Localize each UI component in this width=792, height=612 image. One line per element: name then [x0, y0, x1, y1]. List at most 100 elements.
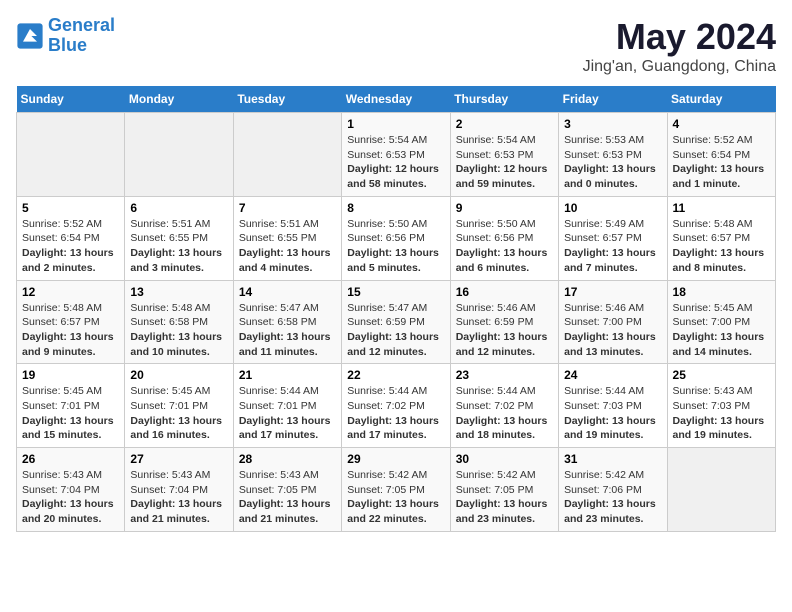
day-number: 9: [456, 201, 553, 215]
calendar-cell: 30 Sunrise: 5:42 AMSunset: 7:05 PMDayligh…: [450, 448, 558, 532]
calendar-cell: 9 Sunrise: 5:50 AMSunset: 6:56 PMDaylight…: [450, 196, 558, 280]
day-info: Sunrise: 5:49 AMSunset: 6:57 PMDaylight:…: [564, 217, 661, 276]
calendar-cell: 27 Sunrise: 5:43 AMSunset: 7:04 PMDayligh…: [125, 448, 233, 532]
day-info: Sunrise: 5:48 AMSunset: 6:58 PMDaylight:…: [130, 301, 227, 360]
day-number: 18: [673, 285, 770, 299]
day-info: Sunrise: 5:50 AMSunset: 6:56 PMDaylight:…: [456, 217, 553, 276]
dow-header-thursday: Thursday: [450, 86, 558, 113]
day-info: Sunrise: 5:54 AMSunset: 6:53 PMDaylight:…: [347, 133, 444, 192]
day-info: Sunrise: 5:51 AMSunset: 6:55 PMDaylight:…: [130, 217, 227, 276]
dow-header-friday: Friday: [559, 86, 667, 113]
day-info: Sunrise: 5:44 AMSunset: 7:02 PMDaylight:…: [347, 384, 444, 443]
day-number: 5: [22, 201, 119, 215]
calendar-cell: 10 Sunrise: 5:49 AMSunset: 6:57 PMDayligh…: [559, 196, 667, 280]
week-row-3: 12 Sunrise: 5:48 AMSunset: 6:57 PMDayligh…: [17, 280, 776, 364]
day-number: 23: [456, 368, 553, 382]
calendar-cell: [17, 113, 125, 197]
day-number: 28: [239, 452, 336, 466]
dow-header-sunday: Sunday: [17, 86, 125, 113]
day-info: Sunrise: 5:43 AMSunset: 7:05 PMDaylight:…: [239, 468, 336, 527]
day-number: 27: [130, 452, 227, 466]
day-number: 30: [456, 452, 553, 466]
day-number: 6: [130, 201, 227, 215]
week-row-1: 1 Sunrise: 5:54 AMSunset: 6:53 PMDaylight…: [17, 113, 776, 197]
day-info: Sunrise: 5:42 AMSunset: 7:05 PMDaylight:…: [456, 468, 553, 527]
calendar-cell: 28 Sunrise: 5:43 AMSunset: 7:05 PMDayligh…: [233, 448, 341, 532]
calendar-cell: 16Sunrise: 5:46 AMSunset: 6:59 PMDayligh…: [450, 280, 558, 364]
calendar-table: SundayMondayTuesdayWednesdayThursdayFrid…: [16, 86, 776, 532]
day-number: 17: [564, 285, 661, 299]
calendar-cell: 7Sunrise: 5:51 AMSunset: 6:55 PMDaylight…: [233, 196, 341, 280]
day-number: 15: [347, 285, 444, 299]
day-info: Sunrise: 5:47 AMSunset: 6:59 PMDaylight:…: [347, 301, 444, 360]
calendar-cell: [667, 448, 775, 532]
calendar-cell: 4 Sunrise: 5:52 AMSunset: 6:54 PMDaylight…: [667, 113, 775, 197]
day-info: Sunrise: 5:43 AMSunset: 7:04 PMDaylight:…: [22, 468, 119, 527]
day-info: Sunrise: 5:45 AMSunset: 7:01 PMDaylight:…: [22, 384, 119, 443]
calendar-cell: 17 Sunrise: 5:46 AMSunset: 7:00 PMDayligh…: [559, 280, 667, 364]
calendar-cell: 24 Sunrise: 5:44 AMSunset: 7:03 PMDayligh…: [559, 364, 667, 448]
day-info: Sunrise: 5:44 AMSunset: 7:03 PMDaylight:…: [564, 384, 661, 443]
week-row-4: 19Sunrise: 5:45 AMSunset: 7:01 PMDayligh…: [17, 364, 776, 448]
day-info: Sunrise: 5:44 AMSunset: 7:02 PMDaylight:…: [456, 384, 553, 443]
calendar-cell: 3 Sunrise: 5:53 AMSunset: 6:53 PMDaylight…: [559, 113, 667, 197]
calendar-cell: 1 Sunrise: 5:54 AMSunset: 6:53 PMDaylight…: [342, 113, 450, 197]
day-info: Sunrise: 5:46 AMSunset: 7:00 PMDaylight:…: [564, 301, 661, 360]
dow-header-saturday: Saturday: [667, 86, 775, 113]
day-info: Sunrise: 5:50 AMSunset: 6:56 PMDaylight:…: [347, 217, 444, 276]
calendar-cell: 21Sunrise: 5:44 AMSunset: 7:01 PMDayligh…: [233, 364, 341, 448]
day-info: Sunrise: 5:48 AMSunset: 6:57 PMDaylight:…: [673, 217, 770, 276]
calendar-cell: 12 Sunrise: 5:48 AMSunset: 6:57 PMDayligh…: [17, 280, 125, 364]
week-row-2: 5 Sunrise: 5:52 AMSunset: 6:54 PMDaylight…: [17, 196, 776, 280]
day-info: Sunrise: 5:54 AMSunset: 6:53 PMDaylight:…: [456, 133, 553, 192]
day-number: 8: [347, 201, 444, 215]
day-number: 25: [673, 368, 770, 382]
day-number: 3: [564, 117, 661, 131]
day-number: 12: [22, 285, 119, 299]
day-number: 21: [239, 368, 336, 382]
calendar-cell: 19Sunrise: 5:45 AMSunset: 7:01 PMDayligh…: [17, 364, 125, 448]
calendar-cell: 5 Sunrise: 5:52 AMSunset: 6:54 PMDaylight…: [17, 196, 125, 280]
location-subtitle: Jing'an, Guangdong, China: [583, 58, 776, 76]
dow-header-wednesday: Wednesday: [342, 86, 450, 113]
day-number: 26: [22, 452, 119, 466]
day-info: Sunrise: 5:42 AMSunset: 7:05 PMDaylight:…: [347, 468, 444, 527]
calendar-cell: 18 Sunrise: 5:45 AMSunset: 7:00 PMDayligh…: [667, 280, 775, 364]
day-info: Sunrise: 5:51 AMSunset: 6:55 PMDaylight:…: [239, 217, 336, 276]
calendar-cell: 25 Sunrise: 5:43 AMSunset: 7:03 PMDayligh…: [667, 364, 775, 448]
calendar-cell: 11 Sunrise: 5:48 AMSunset: 6:57 PMDayligh…: [667, 196, 775, 280]
week-row-5: 26 Sunrise: 5:43 AMSunset: 7:04 PMDayligh…: [17, 448, 776, 532]
calendar-cell: 23 Sunrise: 5:44 AMSunset: 7:02 PMDayligh…: [450, 364, 558, 448]
day-number: 4: [673, 117, 770, 131]
day-info: Sunrise: 5:45 AMSunset: 7:00 PMDaylight:…: [673, 301, 770, 360]
day-number: 11: [673, 201, 770, 215]
day-number: 20: [130, 368, 227, 382]
day-number: 16: [456, 285, 553, 299]
day-info: Sunrise: 5:48 AMSunset: 6:57 PMDaylight:…: [22, 301, 119, 360]
calendar-cell: 29Sunrise: 5:42 AMSunset: 7:05 PMDayligh…: [342, 448, 450, 532]
day-info: Sunrise: 5:53 AMSunset: 6:53 PMDaylight:…: [564, 133, 661, 192]
dow-header-tuesday: Tuesday: [233, 86, 341, 113]
day-info: Sunrise: 5:43 AMSunset: 7:04 PMDaylight:…: [130, 468, 227, 527]
calendar-cell: 13 Sunrise: 5:48 AMSunset: 6:58 PMDayligh…: [125, 280, 233, 364]
day-info: Sunrise: 5:42 AMSunset: 7:06 PMDaylight:…: [564, 468, 661, 527]
calendar-cell: 31Sunrise: 5:42 AMSunset: 7:06 PMDayligh…: [559, 448, 667, 532]
calendar-cell: 6 Sunrise: 5:51 AMSunset: 6:55 PMDaylight…: [125, 196, 233, 280]
days-header-row: SundayMondayTuesdayWednesdayThursdayFrid…: [17, 86, 776, 113]
day-number: 14: [239, 285, 336, 299]
day-number: 10: [564, 201, 661, 215]
day-number: 13: [130, 285, 227, 299]
day-info: Sunrise: 5:45 AMSunset: 7:01 PMDaylight:…: [130, 384, 227, 443]
day-number: 1: [347, 117, 444, 131]
calendar-cell: 22Sunrise: 5:44 AMSunset: 7:02 PMDayligh…: [342, 364, 450, 448]
day-info: Sunrise: 5:52 AMSunset: 6:54 PMDaylight:…: [22, 217, 119, 276]
day-info: Sunrise: 5:52 AMSunset: 6:54 PMDaylight:…: [673, 133, 770, 192]
title-block: May 2024 Jing'an, Guangdong, China: [583, 16, 776, 76]
day-number: 24: [564, 368, 661, 382]
day-info: Sunrise: 5:47 AMSunset: 6:58 PMDaylight:…: [239, 301, 336, 360]
dow-header-monday: Monday: [125, 86, 233, 113]
logo-text: General Blue: [48, 16, 115, 56]
calendar-cell: [125, 113, 233, 197]
calendar-cell: 15 Sunrise: 5:47 AMSunset: 6:59 PMDayligh…: [342, 280, 450, 364]
day-info: Sunrise: 5:43 AMSunset: 7:03 PMDaylight:…: [673, 384, 770, 443]
